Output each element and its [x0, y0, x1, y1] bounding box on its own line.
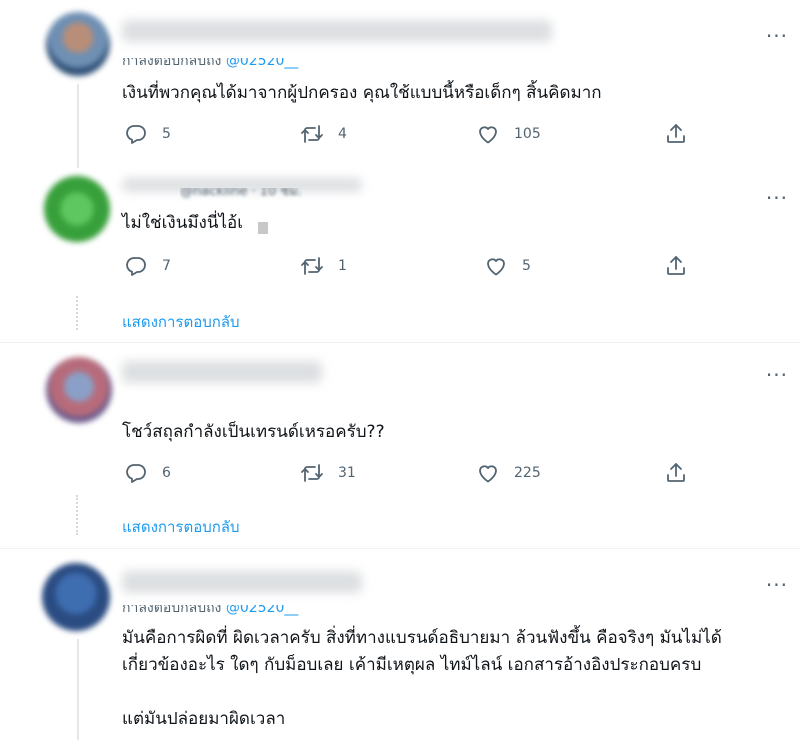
reply-handle[interactable]: @02520__ [226, 605, 299, 616]
action-bar: 5 4 105 [120, 120, 700, 148]
retweet-icon [300, 461, 324, 485]
tweet-2[interactable]: @nackline · 10 ชม. ··· ไม่ใช่เงินมึงนี่ไ… [0, 168, 800, 342]
thread-line [76, 296, 78, 330]
like-button[interactable]: 105 [476, 120, 541, 148]
show-replies-link[interactable]: แสดงการตอบกลับ [122, 515, 240, 539]
like-button[interactable]: 225 [476, 459, 541, 487]
reply-button[interactable]: 7 [124, 252, 171, 280]
retweet-button[interactable]: 4 [300, 120, 347, 148]
like-count: 105 [514, 126, 541, 142]
share-button[interactable] [664, 120, 702, 148]
like-icon [484, 254, 508, 278]
blurred-user-header [122, 361, 322, 383]
reply-count: 5 [162, 126, 171, 142]
avatar[interactable] [42, 563, 110, 631]
retweet-count: 1 [338, 258, 347, 274]
more-icon[interactable]: ··· [766, 365, 788, 385]
retweet-icon [300, 122, 324, 146]
reply-count: 6 [162, 465, 171, 481]
replying-to-line[interactable]: กำลังตอบกลับถึง @02520__ [122, 53, 299, 72]
tweet-text: เงินที่พวกคุณได้มาจากผู้ปกครอง คุณใช้แบบ… [122, 83, 602, 103]
tweet-text: โชว์สถุลกำลังเป็นเทรนด์เหรอครับ?? [122, 422, 385, 442]
reply-count: 7 [162, 258, 171, 274]
thread-line [77, 84, 79, 168]
thread-line [77, 639, 79, 740]
tweet-1[interactable]: ··· กำลังตอบกลับถึง @02520__ เงินที่พวกค… [0, 0, 800, 168]
action-bar: 7 1 5 [120, 252, 700, 280]
blurred-user-header [122, 571, 362, 593]
share-button[interactable] [664, 252, 702, 280]
more-icon[interactable]: ··· [766, 188, 788, 208]
blurred-user-header [122, 20, 552, 42]
tweet-text-content: ไม่ใช่เงินมึงนี่ไอ้เ [122, 213, 244, 233]
tweet-text-line: แต่มันปล่อยมาผิดเวลา [122, 709, 286, 729]
share-icon [664, 461, 688, 485]
share-icon [664, 254, 688, 278]
reply-button[interactable]: 5 [124, 120, 171, 148]
tweet-text-line: เกี่ยวข้องอะไร ใดๆ กับม็อบเลย เค้ามีเหตุ… [122, 655, 702, 675]
reply-icon [124, 122, 148, 146]
reply-button[interactable]: 6 [124, 459, 171, 487]
reply-icon [124, 461, 148, 485]
avatar[interactable] [44, 176, 110, 242]
more-icon[interactable]: ··· [766, 26, 788, 46]
tweet-text: ไม่ใช่เงินมึงนี่ไอ้เ [122, 210, 780, 237]
thread-line [76, 495, 78, 535]
reply-handle[interactable]: @02520__ [226, 58, 299, 69]
tweet-text: มันคือการผิดที่ ผิดเวลาครับ สิ่งที่ทางแบ… [122, 625, 780, 733]
like-button[interactable]: 5 [484, 252, 531, 280]
tweet-3[interactable]: ··· โชว์สถุลกำลังเป็นเทรนด์เหรอครับ?? 6 … [0, 343, 800, 548]
retweet-button[interactable]: 31 [300, 459, 356, 487]
share-button[interactable] [664, 459, 702, 487]
show-replies-link[interactable]: แสดงการตอบกลับ [122, 310, 240, 334]
replying-to-label: กำลังตอบกลับถึง [122, 600, 222, 616]
like-icon [476, 461, 500, 485]
retweet-button[interactable]: 1 [300, 252, 347, 280]
more-icon[interactable]: ··· [766, 575, 788, 595]
retweet-icon [300, 254, 324, 278]
avatar[interactable] [46, 357, 112, 423]
share-icon [664, 122, 688, 146]
retweet-count: 31 [338, 465, 356, 481]
replying-to-label: กำลังตอบกลับถึง [122, 53, 222, 69]
like-count: 225 [514, 465, 541, 481]
avatar[interactable] [46, 12, 110, 76]
redaction-mark [258, 222, 268, 234]
retweet-count: 4 [338, 126, 347, 142]
like-icon [476, 122, 500, 146]
tweet-4[interactable]: ··· กำลังตอบกลับถึง @02520__ มันคือการผิ… [0, 549, 800, 740]
action-bar: 6 31 225 [120, 459, 700, 487]
replying-to-line[interactable]: กำลังตอบกลับถึง @02520__ [122, 600, 299, 619]
reply-icon [124, 254, 148, 278]
like-count: 5 [522, 258, 531, 274]
tweet-text-line: มันคือการผิดที่ ผิดเวลาครับ สิ่งที่ทางแบ… [122, 628, 722, 648]
